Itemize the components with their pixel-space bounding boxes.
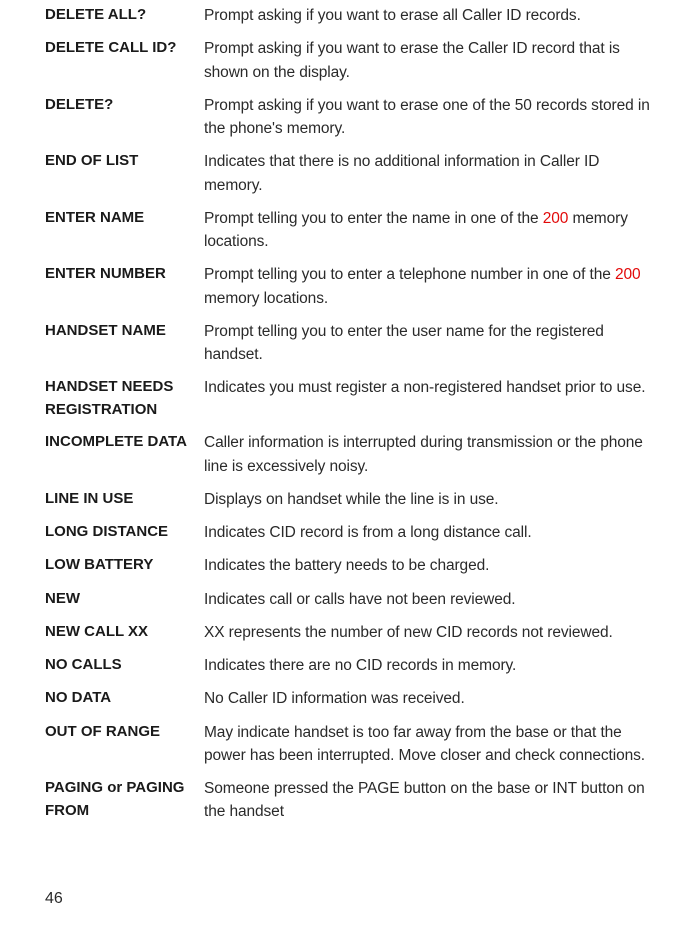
glossary-entry: PAGING or PAGING FROMSomeone pressed the… xyxy=(45,777,651,824)
glossary-term: HANDSET NAME xyxy=(45,320,204,367)
desc-text: No Caller ID information was received. xyxy=(204,690,465,707)
glossary-term: HANDSET NEEDS REGISTRATION xyxy=(45,376,204,421)
glossary-description: May indicate handset is too far away fro… xyxy=(204,721,651,768)
glossary-entry: NEW CALL XXXX represents the number of n… xyxy=(45,621,651,644)
glossary-term: END OF LIST xyxy=(45,150,204,197)
glossary-description: Prompt telling you to enter a telephone … xyxy=(204,263,651,310)
glossary-term: NO DATA xyxy=(45,687,204,710)
glossary-entry: OUT OF RANGEMay indicate handset is too … xyxy=(45,721,651,768)
glossary-description: Indicates you must register a non-regist… xyxy=(204,376,651,421)
glossary-term: ENTER NUMBER xyxy=(45,263,204,310)
glossary-description: Displays on handset while the line is in… xyxy=(204,488,651,511)
glossary-entry: DELETE?Prompt asking if you want to eras… xyxy=(45,94,651,141)
desc-text: Someone pressed the PAGE button on the b… xyxy=(204,780,645,820)
glossary-term: NEW xyxy=(45,588,204,611)
desc-text: Indicates CID record is from a long dist… xyxy=(204,524,532,541)
glossary-entry: NEWIndicates call or calls have not been… xyxy=(45,588,651,611)
glossary-description: Indicates call or calls have not been re… xyxy=(204,588,651,611)
desc-text: Displays on handset while the line is in… xyxy=(204,491,498,508)
glossary-description: XX represents the number of new CID reco… xyxy=(204,621,651,644)
desc-text: 200 xyxy=(615,266,641,283)
desc-text: Indicates there are no CID records in me… xyxy=(204,657,516,674)
desc-text: Prompt asking if you want to erase one o… xyxy=(204,97,650,137)
glossary-list: DELETE ALL?Prompt asking if you want to … xyxy=(45,4,651,824)
glossary-description: Someone pressed the PAGE button on the b… xyxy=(204,777,651,824)
glossary-term: DELETE? xyxy=(45,94,204,141)
glossary-term: NEW CALL XX xyxy=(45,621,204,644)
glossary-description: Prompt asking if you want to erase all C… xyxy=(204,4,651,27)
glossary-description: Prompt asking if you want to erase one o… xyxy=(204,94,651,141)
glossary-term: INCOMPLETE DATA xyxy=(45,431,204,478)
desc-text: Prompt telling you to enter a telephone … xyxy=(204,266,615,283)
glossary-entry: HANDSET NEEDS REGISTRATIONIndicates you … xyxy=(45,376,651,421)
desc-text: Prompt telling you to enter the user nam… xyxy=(204,323,604,363)
glossary-entry: DELETE CALL ID?Prompt asking if you want… xyxy=(45,37,651,84)
desc-text: XX represents the number of new CID reco… xyxy=(204,624,613,641)
glossary-term: LINE IN USE xyxy=(45,488,204,511)
glossary-term: OUT OF RANGE xyxy=(45,721,204,768)
desc-text: Indicates call or calls have not been re… xyxy=(204,591,516,608)
glossary-description: No Caller ID information was received. xyxy=(204,687,651,710)
glossary-term: LOW BATTERY xyxy=(45,554,204,577)
glossary-entry: ENTER NUMBERPrompt telling you to enter … xyxy=(45,263,651,310)
glossary-description: Prompt telling you to enter the user nam… xyxy=(204,320,651,367)
desc-text: Indicates you must register a non-regist… xyxy=(204,379,645,396)
glossary-entry: HANDSET NAMEPrompt telling you to enter … xyxy=(45,320,651,367)
glossary-term: DELETE ALL? xyxy=(45,4,204,27)
glossary-description: Prompt asking if you want to erase the C… xyxy=(204,37,651,84)
glossary-description: Caller information is interrupted during… xyxy=(204,431,651,478)
glossary-term: DELETE CALL ID? xyxy=(45,37,204,84)
desc-text: May indicate handset is too far away fro… xyxy=(204,724,645,764)
glossary-description: Indicates there are no CID records in me… xyxy=(204,654,651,677)
desc-text: Prompt asking if you want to erase all C… xyxy=(204,7,581,24)
desc-text: Indicates that there is no additional in… xyxy=(204,153,599,193)
glossary-entry: END OF LISTIndicates that there is no ad… xyxy=(45,150,651,197)
glossary-entry: LINE IN USEDisplays on handset while the… xyxy=(45,488,651,511)
glossary-entry: LOW BATTERYIndicates the battery needs t… xyxy=(45,554,651,577)
glossary-term: PAGING or PAGING FROM xyxy=(45,777,204,824)
desc-text: Prompt asking if you want to erase the C… xyxy=(204,40,620,80)
page-number: 46 xyxy=(45,890,63,908)
glossary-entry: DELETE ALL?Prompt asking if you want to … xyxy=(45,4,651,27)
desc-text: Caller information is interrupted during… xyxy=(204,434,643,474)
desc-text: Indicates the battery needs to be charge… xyxy=(204,557,489,574)
glossary-entry: LONG DISTANCEIndicates CID record is fro… xyxy=(45,521,651,544)
glossary-description: Prompt telling you to enter the name in … xyxy=(204,207,651,254)
glossary-description: Indicates that there is no additional in… xyxy=(204,150,651,197)
glossary-term: NO CALLS xyxy=(45,654,204,677)
desc-text: 200 xyxy=(543,210,569,227)
glossary-term: ENTER NAME xyxy=(45,207,204,254)
glossary-entry: INCOMPLETE DATACaller information is int… xyxy=(45,431,651,478)
glossary-entry: ENTER NAMEPrompt telling you to enter th… xyxy=(45,207,651,254)
glossary-term: LONG DISTANCE xyxy=(45,521,204,544)
glossary-description: Indicates CID record is from a long dist… xyxy=(204,521,651,544)
glossary-entry: NO CALLSIndicates there are no CID recor… xyxy=(45,654,651,677)
desc-text: memory locations. xyxy=(204,290,328,307)
glossary-entry: NO DATANo Caller ID information was rece… xyxy=(45,687,651,710)
glossary-description: Indicates the battery needs to be charge… xyxy=(204,554,651,577)
desc-text: Prompt telling you to enter the name in … xyxy=(204,210,543,227)
